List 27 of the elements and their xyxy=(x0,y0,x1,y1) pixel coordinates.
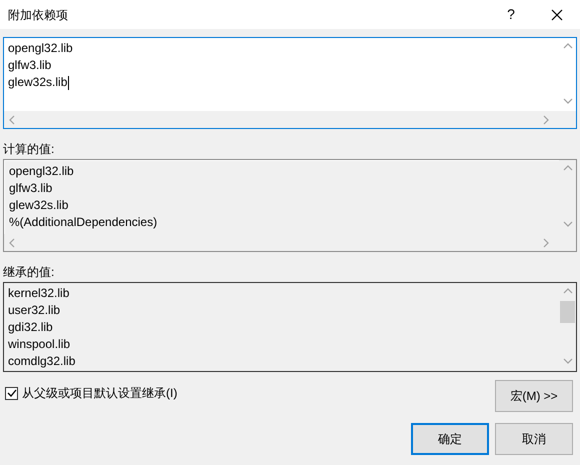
checkmark-icon xyxy=(6,388,16,398)
list-line: glfw3.lib xyxy=(8,57,52,74)
list-line: glew32s.lib xyxy=(8,74,70,91)
text-caret xyxy=(68,76,70,90)
list-line: opengl32.lib xyxy=(9,163,74,180)
section-label: 计算的值: xyxy=(3,141,56,158)
list-line: glew32s.lib xyxy=(9,197,68,214)
help-button[interactable]: ? xyxy=(488,0,534,29)
window-title: 附加依赖项 xyxy=(8,6,69,24)
list-line: opengl32.lib xyxy=(8,40,73,57)
scrollbar-thumb[interactable] xyxy=(560,301,575,323)
macro-button[interactable]: 宏(M) >> xyxy=(495,380,573,412)
checkbox[interactable] xyxy=(5,386,18,400)
list-line: user32.lib xyxy=(8,302,60,319)
list-line: winspool.lib xyxy=(8,336,70,353)
dialog-button[interactable]: 取消 xyxy=(495,423,573,455)
checkbox-label: 从父级或项目默认设置继承(I) xyxy=(22,385,178,402)
inherit-checkbox-row[interactable]: 从父级或项目默认设置继承(I) xyxy=(3,382,178,404)
list-line: comdlg32.lib xyxy=(8,353,76,370)
close-icon xyxy=(551,8,563,20)
list-line: glfw3.lib xyxy=(9,180,52,197)
list-line: %(AdditionalDependencies) xyxy=(9,214,158,231)
input-field[interactable]: opengl32.lib glfw3.lib glew32s.lib xyxy=(3,37,577,129)
list-line: kernel32.lib xyxy=(8,285,70,302)
dialog-button[interactable]: 确定 xyxy=(411,423,489,455)
list-line: gdi32.lib xyxy=(8,319,53,336)
section-label: 继承的值: xyxy=(3,264,56,281)
